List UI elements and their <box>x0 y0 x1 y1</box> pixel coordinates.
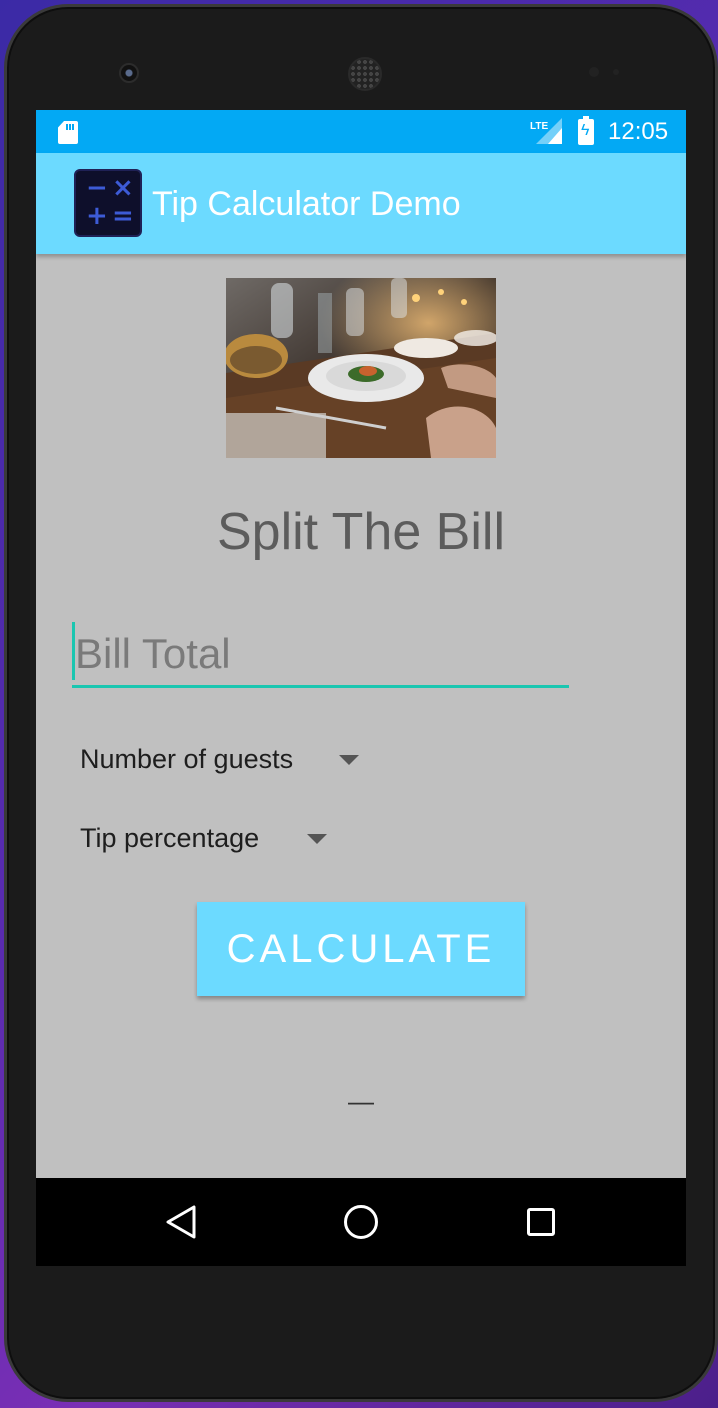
phone-screen: LTE 12:05 − × + = Tip Calculator Demo <box>36 110 686 1266</box>
dropdown-arrow-icon <box>339 755 360 765</box>
lte-label: LTE <box>530 121 548 132</box>
earpiece-speaker <box>348 57 382 91</box>
calculate-button[interactable]: CALCULATE <box>197 902 525 996</box>
tip-spinner[interactable]: Tip percentage <box>80 822 328 854</box>
app-title: Tip Calculator Demo <box>152 185 461 223</box>
battery-charging-icon <box>578 116 594 145</box>
app-bar: − × + = Tip Calculator Demo <box>36 153 686 254</box>
bill-total-input[interactable] <box>72 622 569 688</box>
back-icon[interactable] <box>164 1204 198 1240</box>
guests-spinner[interactable]: Number of guests <box>80 743 360 775</box>
recents-icon[interactable] <box>527 1208 555 1236</box>
sd-card-icon <box>58 121 78 144</box>
light-sensor <box>613 69 619 75</box>
lte-signal-icon: LTE <box>530 118 562 144</box>
status-bar: LTE 12:05 <box>36 110 686 153</box>
navigation-bar <box>36 1178 686 1266</box>
calculator-icon: − × + = <box>74 169 142 237</box>
text-cursor <box>72 622 75 680</box>
guests-spinner-label: Number of guests <box>80 744 294 774</box>
proximity-sensor <box>589 67 599 77</box>
front-camera <box>119 63 139 83</box>
page-title: Split The Bill <box>216 503 506 561</box>
result-text: — <box>348 1086 374 1116</box>
home-icon[interactable] <box>344 1205 378 1239</box>
tip-spinner-label: Tip percentage <box>80 823 260 853</box>
restaurant-photo <box>226 278 496 458</box>
status-clock: 12:05 <box>608 118 669 145</box>
dropdown-arrow-icon <box>307 834 328 844</box>
